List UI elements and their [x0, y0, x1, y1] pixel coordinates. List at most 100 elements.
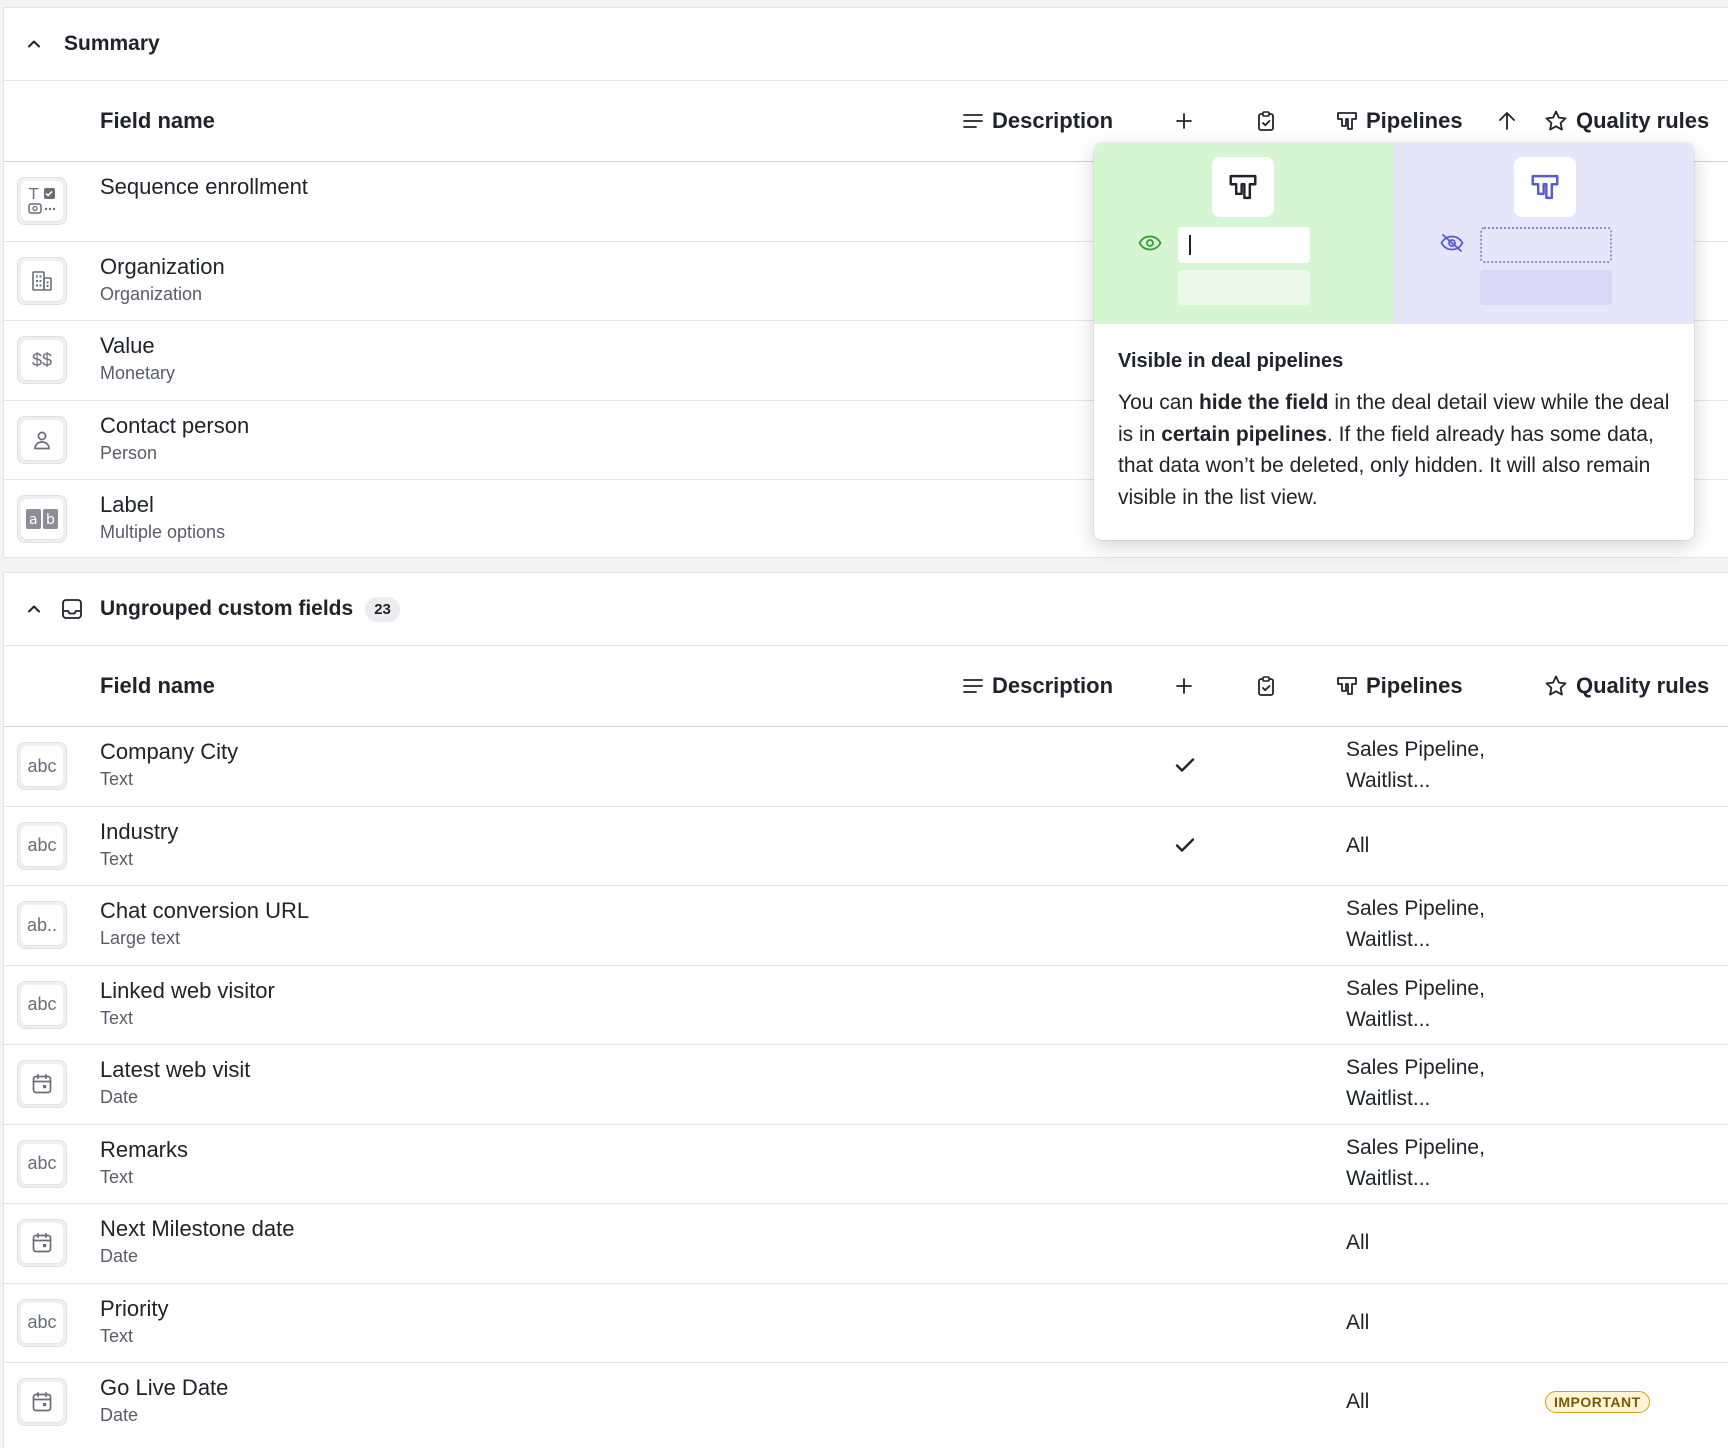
- column-description[interactable]: Description: [962, 108, 1113, 134]
- field-name: Contact person: [100, 412, 250, 438]
- field-name: Next Milestone date: [100, 1216, 295, 1241]
- clipboard-check-icon: [1258, 676, 1274, 696]
- pipelines-value: Sales Pipeline, Waitlist...: [1346, 1056, 1485, 1110]
- text-icon: abc: [17, 742, 67, 790]
- text-icon: abc: [17, 821, 67, 870]
- table-row[interactable]: ab.. Chat conversion URL Large text Sales P…: [4, 886, 1728, 966]
- column-pipelines[interactable]: Pipelines: [1336, 108, 1463, 134]
- field-name: Latest web visit: [100, 1057, 251, 1082]
- pipeline-icon: [1337, 112, 1357, 130]
- table-row[interactable]: abc Remarks Text Sales Pipeline, Waitlist..…: [4, 1125, 1728, 1204]
- arrow-up-icon: [1499, 112, 1515, 130]
- field-name: Company City: [100, 739, 239, 764]
- star-icon: [1545, 675, 1567, 696]
- input-illustration: [1178, 227, 1310, 263]
- column-quality-rules[interactable]: Quality rules: [1544, 108, 1709, 134]
- popover-title: Visible in deal pipelines: [1118, 350, 1344, 372]
- add-column-button[interactable]: [1174, 111, 1194, 131]
- building-icon: [17, 256, 67, 305]
- calendar-icon: [17, 1378, 67, 1426]
- table-row[interactable]: abc Company City Text Sales Pipeline, Waitl…: [4, 727, 1728, 807]
- required-column[interactable]: [1256, 675, 1276, 697]
- eye-icon: [1138, 234, 1162, 257]
- money-icon: $$: [17, 336, 67, 384]
- column-description[interactable]: Description: [962, 673, 1113, 699]
- section-title: Ungrouped custom fields: [100, 597, 354, 620]
- pipeline-icon: [1337, 677, 1357, 695]
- pipelines-value: All: [1346, 833, 1370, 857]
- eye-off-icon: [1440, 233, 1464, 258]
- body-text: You can: [1118, 391, 1199, 414]
- summary-header[interactable]: Summary: [4, 8, 1728, 81]
- calendar-icon: [17, 1219, 67, 1267]
- person-icon: [17, 415, 67, 464]
- checkmark-icon[interactable]: [1174, 755, 1196, 780]
- table-row[interactable]: abc Industry Text All: [4, 807, 1728, 886]
- field-type: Date: [100, 1087, 139, 1107]
- field-name: Value: [100, 333, 155, 358]
- field-name: Industry: [100, 818, 179, 844]
- field-type: Text: [100, 848, 134, 869]
- field-name: Remarks: [100, 1136, 189, 1162]
- field-type: Multiple options: [100, 522, 226, 542]
- table-row[interactable]: Latest web visit Date Sales Pipeline, Wait…: [4, 1045, 1728, 1125]
- checkmark-icon[interactable]: [1174, 835, 1196, 860]
- field-name: Priority: [100, 1295, 169, 1321]
- field-type: Text: [100, 1007, 134, 1028]
- bar-illustration: [1178, 270, 1310, 305]
- custom-fields-section: Ungrouped custom fields 23 Field name De…: [3, 572, 1728, 1448]
- table-row[interactable]: abc Linked web visitor Text Sales Pipeline,…: [4, 966, 1728, 1045]
- required-column[interactable]: [1256, 110, 1276, 132]
- pipelines-value: All: [1346, 1310, 1370, 1334]
- add-column-button[interactable]: [1174, 676, 1194, 696]
- lines-icon: [963, 114, 983, 128]
- custom-rows: abc Company City Text Sales Pipeline, Waitl…: [4, 727, 1728, 1443]
- field-name: Sequence enrollment: [100, 174, 308, 199]
- chevron-up-icon[interactable]: [24, 34, 44, 54]
- clipboard-check-icon: [1258, 111, 1274, 131]
- field-type: Organization: [100, 283, 203, 304]
- custom-fields-header[interactable]: Ungrouped custom fields 23: [4, 573, 1728, 646]
- pipelines-value: Sales Pipeline, Waitlist...: [1346, 1135, 1485, 1190]
- hidden-illustration: [1394, 143, 1694, 324]
- field-name: Go Live Date: [100, 1375, 229, 1400]
- field-type: Text: [100, 769, 134, 789]
- field-type: Monetary: [100, 363, 176, 383]
- pipelines-value: Sales Pipeline, Waitlist...: [1346, 738, 1485, 792]
- large-text-icon: ab..: [17, 901, 67, 949]
- field-type: Person: [100, 442, 158, 463]
- column-pipelines[interactable]: Pipelines: [1336, 673, 1463, 699]
- count-badge: 23: [365, 596, 400, 622]
- svg-text:a: a: [29, 512, 38, 528]
- column-quality-rules[interactable]: Quality rules: [1544, 673, 1709, 699]
- pipelines-value: Sales Pipeline, Waitlist...: [1346, 976, 1485, 1031]
- pipelines-info-popover: Visible in deal pipelines You can hide t…: [1094, 143, 1694, 540]
- column-field-name: Field name: [100, 108, 215, 133]
- emphasis-text: certain pipelines: [1161, 422, 1327, 446]
- text-icon: abc: [17, 1139, 67, 1188]
- multi-type-icon: T: [17, 177, 67, 225]
- bar-illustration: [1480, 270, 1612, 305]
- table-row[interactable]: Next Milestone date Date All: [4, 1204, 1728, 1284]
- quality-badge: IMPORTANT: [1545, 1391, 1650, 1413]
- table-row[interactable]: Go Live Date Date All IMPORTANT: [4, 1363, 1728, 1443]
- multiple-options-icon: ab: [17, 495, 67, 543]
- pipeline-icon: [1514, 157, 1576, 217]
- pipeline-icon: [1212, 157, 1274, 217]
- pipelines-value: Sales Pipeline, Waitlist...: [1346, 897, 1485, 951]
- column-header-row: Field name Description Pipelines Quality…: [4, 646, 1728, 727]
- column-field-name: Field name: [100, 673, 215, 698]
- field-name: Label: [100, 492, 154, 517]
- text-icon: abc: [17, 980, 67, 1029]
- table-row[interactable]: abc Priority Text All: [4, 1284, 1728, 1363]
- svg-text:T: T: [28, 185, 39, 203]
- dotted-input-illustration: [1480, 227, 1612, 263]
- emphasis-text: hide the field: [1198, 391, 1329, 414]
- calendar-icon: [17, 1060, 67, 1108]
- field-name: Chat conversion URL: [100, 898, 310, 923]
- plus-icon: [1176, 113, 1192, 129]
- popover-body: You can hide the field in the deal detai…: [1118, 387, 1670, 513]
- sort-button[interactable]: [1497, 110, 1517, 132]
- chevron-up-icon[interactable]: [24, 599, 44, 619]
- inbox-icon: [60, 597, 84, 621]
